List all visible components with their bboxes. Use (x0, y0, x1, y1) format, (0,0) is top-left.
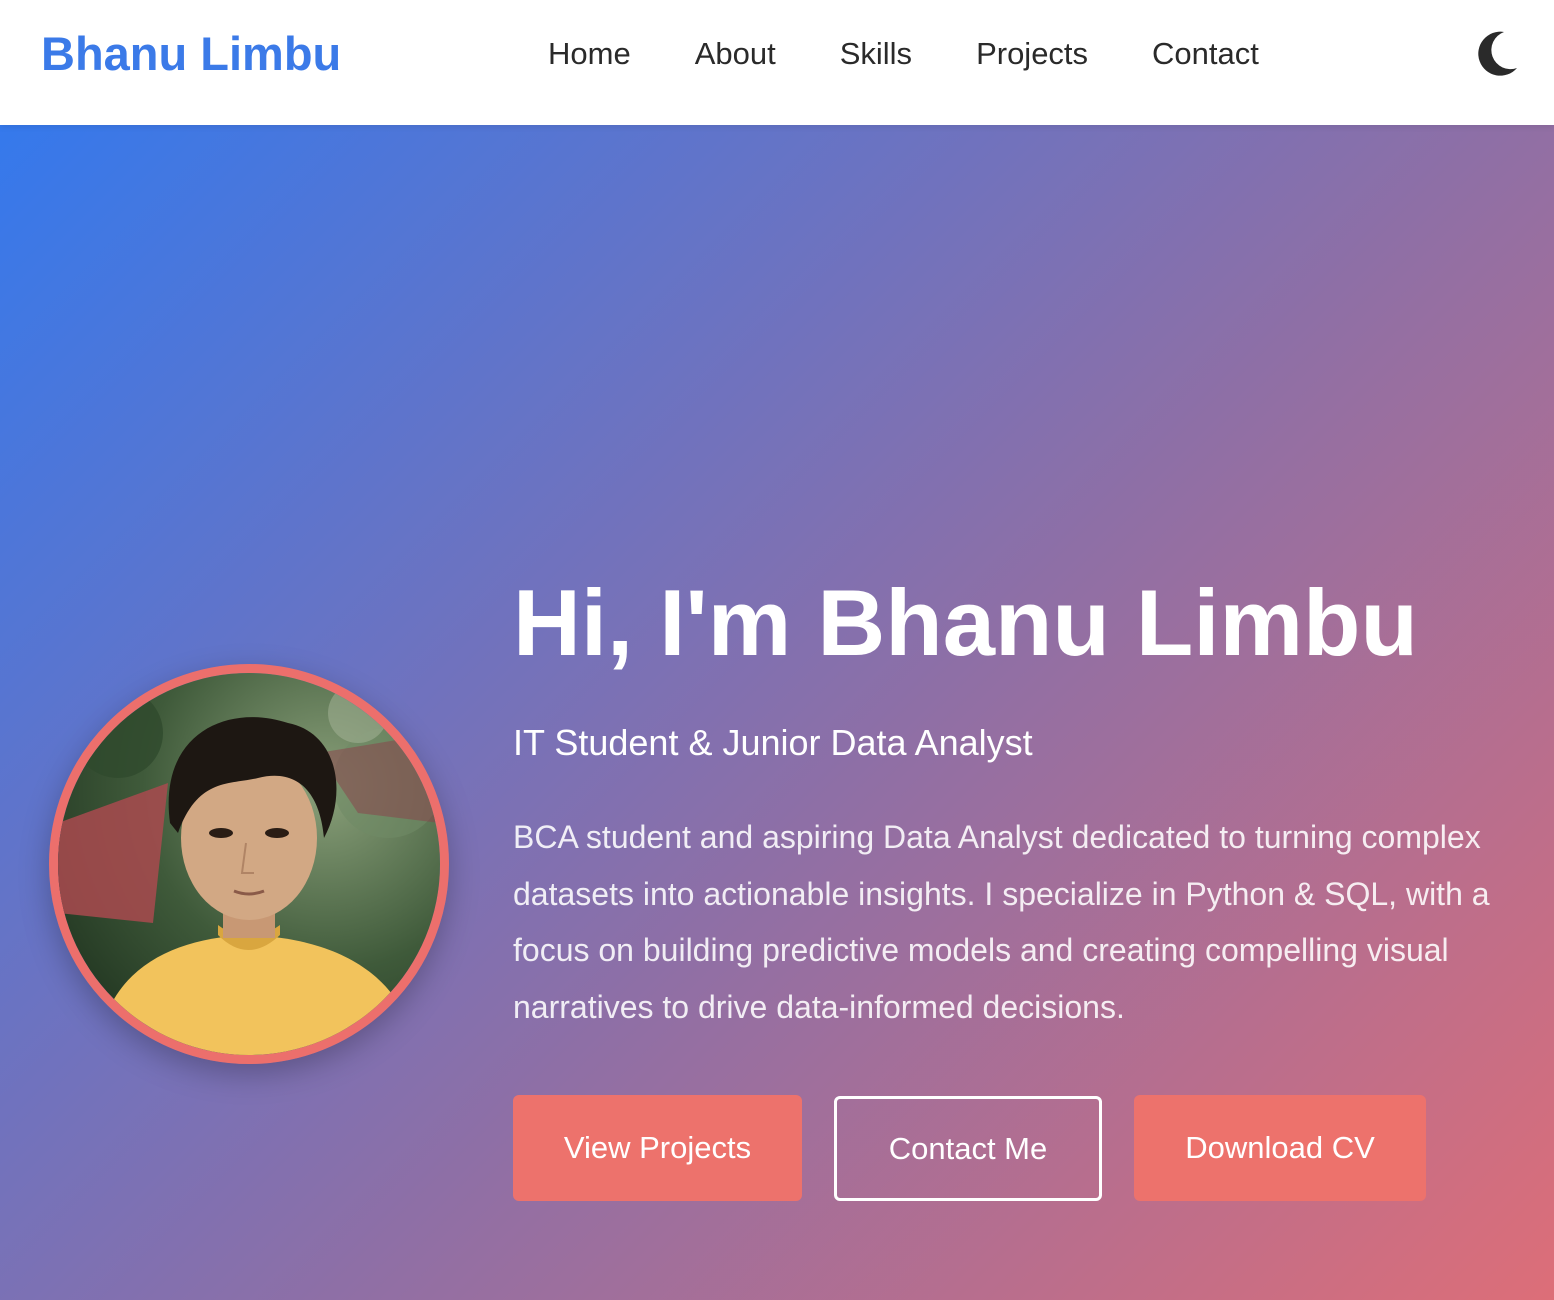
nav-links: Home About Skills Projects Contact (548, 34, 1259, 74)
moon-icon (1478, 31, 1517, 76)
nav-link-skills[interactable]: Skills (840, 34, 912, 74)
hero-description: BCA student and aspiring Data Analyst de… (513, 819, 1490, 1025)
nav-link-projects[interactable]: Projects (976, 34, 1088, 74)
profile-photo (49, 664, 449, 1064)
hero-subtitle: IT Student & Junior Data Analyst (513, 722, 1033, 763)
nav-link-home[interactable]: Home (548, 34, 631, 74)
nav-link-contact[interactable]: Contact (1152, 34, 1259, 74)
contact-me-button[interactable]: Contact Me (834, 1096, 1102, 1201)
site-logo[interactable]: Bhanu Limbu (41, 26, 341, 82)
download-cv-button[interactable]: Download CV (1134, 1095, 1426, 1201)
theme-toggle-button[interactable] (1474, 28, 1520, 78)
hero-title: Hi, I'm Bhanu Limbu (513, 570, 1418, 675)
view-projects-button[interactable]: View Projects (513, 1095, 802, 1201)
navbar: Bhanu Limbu Home About Skills Projects C… (0, 0, 1554, 125)
nav-link-about[interactable]: About (695, 34, 776, 74)
hero-section: Hi, I'm Bhanu Limbu IT Student & Junior … (0, 125, 1554, 1300)
